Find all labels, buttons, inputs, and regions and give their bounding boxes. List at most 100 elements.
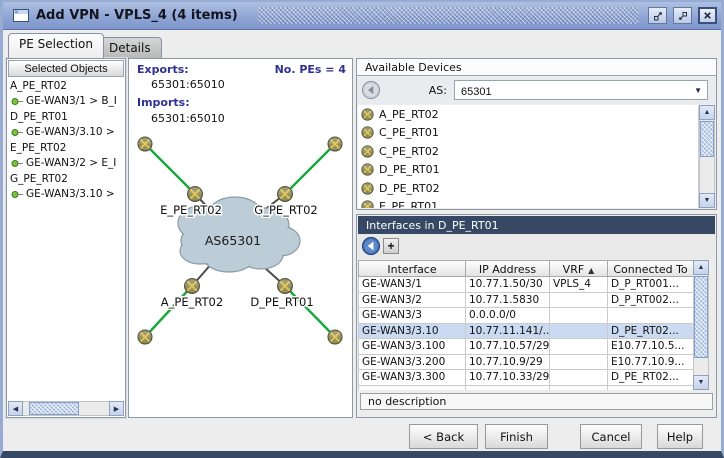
pe-count: No. PEs = 4 xyxy=(275,63,346,76)
imports-value: 65301:65010 xyxy=(151,112,225,125)
topology-panel: AS65301 E_PE_RT02 G_PE_RT02 A_PE_RT02 D_… xyxy=(128,58,353,418)
table-row[interactable]: GE-WAN3/110.77.1.50/30VPLS_4D_P_RT001... xyxy=(358,277,694,293)
back-arrow-icon xyxy=(361,80,381,100)
table-row[interactable]: GE-WAN3/30.0.0.0/0 xyxy=(358,308,694,324)
scroll-up-icon: ▲ xyxy=(698,264,705,271)
maximize-button[interactable] xyxy=(673,7,692,24)
add-interface-button[interactable]: + xyxy=(383,238,399,254)
scrollbar-thumb[interactable] xyxy=(694,276,708,358)
router-icon xyxy=(361,200,374,208)
interfaces-panel-title: Interfaces in D_PE_RT01 xyxy=(358,216,715,234)
chevron-down-icon: ▼ xyxy=(694,86,702,95)
close-button[interactable] xyxy=(698,7,717,24)
column-header-connected[interactable]: Connected To xyxy=(608,260,694,277)
description-status: no description xyxy=(360,393,713,410)
scroll-right-icon: ▶ xyxy=(114,405,119,413)
router-icon xyxy=(361,163,374,176)
scroll-right-button[interactable]: ▶ xyxy=(109,401,124,416)
help-button[interactable]: Help xyxy=(657,424,703,449)
scrollbar-thumb[interactable] xyxy=(29,402,79,415)
ce-router-icon[interactable] xyxy=(328,137,342,151)
table-row-partial[interactable] xyxy=(358,386,694,391)
interface-node-icon xyxy=(11,159,23,168)
tree-item-device[interactable]: G_PE_RT02 xyxy=(8,171,124,187)
list-item[interactable]: E_PE_RT01 xyxy=(358,198,698,209)
selected-objects-header[interactable]: Selected Objects xyxy=(8,60,124,77)
table-row[interactable]: GE-WAN3/210.77.1.5830D_P_RT002... xyxy=(358,293,694,309)
maximize-icon xyxy=(677,10,689,22)
table-row-selected[interactable]: GE-WAN3/3.1010.77.11.141/...D_PE_RT02... xyxy=(358,324,694,340)
back-button[interactable]: < Back xyxy=(409,424,478,449)
imports-label: Imports: xyxy=(137,96,190,109)
column-header-interface[interactable]: Interface xyxy=(358,260,466,277)
table-row[interactable]: GE-WAN3/3.20010.77.10.9/29E10.77.10.9... xyxy=(358,355,694,371)
ce-router-icon[interactable] xyxy=(328,330,342,344)
scroll-up-button[interactable]: ▲ xyxy=(693,260,709,275)
list-item[interactable]: C_PE_RT02 xyxy=(358,142,698,161)
back-navigation-button-disabled[interactable] xyxy=(361,80,381,100)
as-combobox-value: 65301 xyxy=(461,86,492,98)
list-item[interactable]: D_PE_RT02 xyxy=(358,179,698,198)
scroll-up-button[interactable]: ▲ xyxy=(699,105,715,120)
pe-node-d[interactable] xyxy=(278,279,293,294)
ce-router-icon[interactable] xyxy=(138,330,152,344)
list-item[interactable]: D_PE_RT01 xyxy=(358,161,698,180)
pe-label: G_PE_RT02 xyxy=(254,203,317,217)
horizontal-scrollbar[interactable]: ◀ ▶ xyxy=(8,401,124,416)
selected-objects-panel: Selected Objects A_PE_RT02 GE-WAN3/1 > B… xyxy=(6,58,126,418)
column-header-vrf[interactable]: VRF▲ xyxy=(550,260,608,277)
window-icon xyxy=(13,8,29,27)
tree-item-interface[interactable]: GE-WAN3/2 > E_I xyxy=(8,156,124,172)
as-label: AS: xyxy=(415,84,447,97)
tree-item-device[interactable]: A_PE_RT02 xyxy=(8,78,124,94)
pe-node-e[interactable] xyxy=(188,187,203,202)
pe-label: E_PE_RT02 xyxy=(160,203,222,217)
interfaces-toolbar: + xyxy=(358,234,715,259)
available-devices-panel: Available Devices AS: 65301 ▼ A_PE_RT02 … xyxy=(356,58,717,210)
tree-item-device[interactable]: E_PE_RT02 xyxy=(8,140,124,156)
scroll-left-icon: ◀ xyxy=(13,405,18,413)
pe-node-a[interactable] xyxy=(185,279,200,294)
table-row[interactable]: GE-WAN3/3.10010.77.10.57/29E10.77.10.5..… xyxy=(358,339,694,355)
scroll-down-button[interactable]: ▼ xyxy=(693,375,709,390)
column-header-ip[interactable]: IP Address xyxy=(466,260,550,277)
back-navigation-button[interactable] xyxy=(361,236,381,256)
table-row[interactable]: GE-WAN3/3.30010.77.10.33/29D_PE_RT02... xyxy=(358,370,694,386)
pe-label: A_PE_RT02 xyxy=(161,295,223,309)
back-arrow-icon xyxy=(361,236,381,256)
close-icon xyxy=(702,10,713,21)
router-icon xyxy=(361,145,374,158)
titlebar[interactable]: Add VPN - VPLS_4 (4 items) xyxy=(3,2,721,30)
tree-item-interface[interactable]: GE-WAN3/3.10 > xyxy=(8,187,124,203)
tree-item-interface[interactable]: GE-WAN3/3.10 > xyxy=(8,125,124,141)
scroll-left-button[interactable]: ◀ xyxy=(8,401,23,416)
scroll-down-icon: ▼ xyxy=(698,379,705,386)
minimize-icon xyxy=(652,10,664,22)
cancel-button[interactable]: Cancel xyxy=(580,424,642,449)
table-header: Interface IP Address VRF▲ Connected To xyxy=(358,260,694,277)
as-combobox[interactable]: 65301 ▼ xyxy=(454,80,708,100)
finish-button[interactable]: Finish xyxy=(485,424,548,449)
scrollbar-thumb[interactable] xyxy=(700,121,714,157)
dialog-window: Add VPN - VPLS_4 (4 items) PE Selection … xyxy=(0,0,724,458)
scroll-down-icon: ▼ xyxy=(704,197,711,204)
vertical-scrollbar[interactable]: ▲ ▼ xyxy=(699,105,715,208)
ce-router-icon[interactable] xyxy=(138,137,152,151)
window-title: Add VPN - VPLS_4 (4 items) xyxy=(36,8,238,23)
interface-node-icon xyxy=(11,97,23,106)
tab-details[interactable]: Details xyxy=(98,37,162,58)
interface-node-icon xyxy=(11,190,23,199)
available-devices-controls: AS: 65301 ▼ xyxy=(357,77,716,104)
available-devices-title: Available Devices xyxy=(357,59,716,76)
tree-item-interface[interactable]: GE-WAN3/1 > B_I xyxy=(8,94,124,110)
list-item[interactable]: C_PE_RT01 xyxy=(358,124,698,143)
router-icon xyxy=(361,126,374,139)
list-item[interactable]: A_PE_RT02 xyxy=(358,105,698,124)
pe-node-g[interactable] xyxy=(278,187,293,202)
scroll-down-button[interactable]: ▼ xyxy=(699,193,715,208)
tab-pe-selection[interactable]: PE Selection xyxy=(8,33,104,58)
minimize-button[interactable] xyxy=(648,7,667,24)
tree-item-device[interactable]: D_PE_RT01 xyxy=(8,109,124,125)
selected-objects-tree: A_PE_RT02 GE-WAN3/1 > B_I D_PE_RT01 GE-W… xyxy=(8,78,124,400)
vertical-scrollbar[interactable]: ▲ ▼ xyxy=(693,260,709,390)
